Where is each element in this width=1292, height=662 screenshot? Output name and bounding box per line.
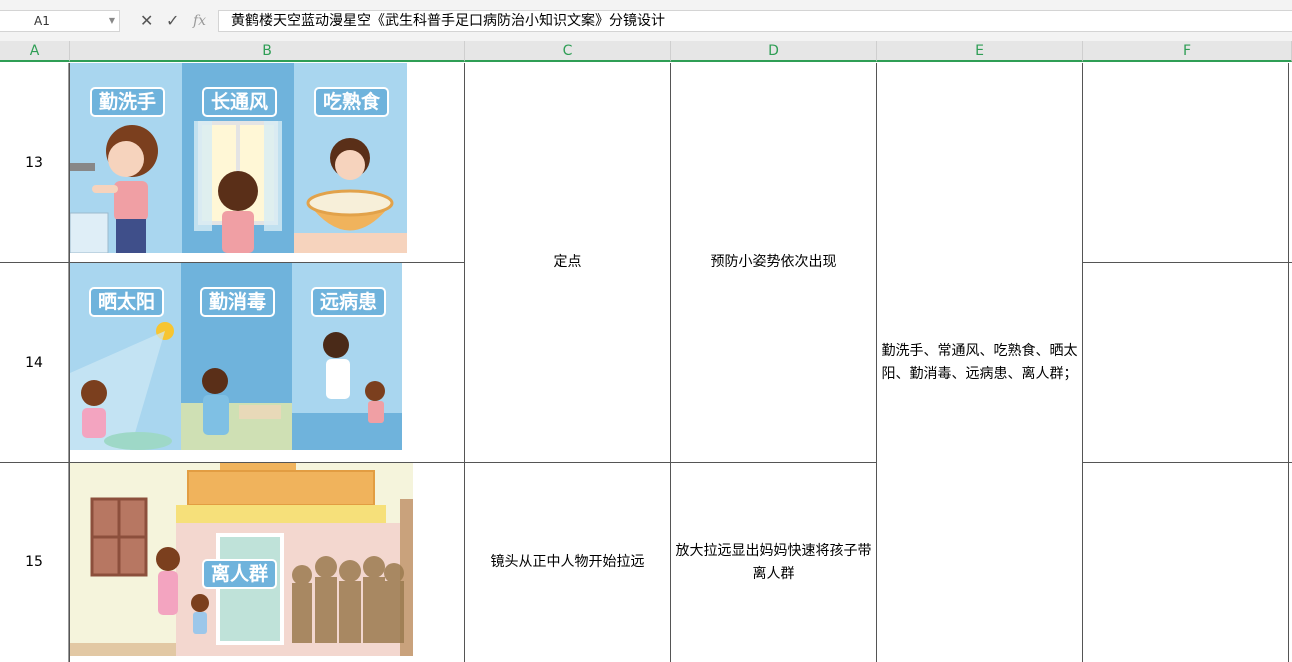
cell-c13[interactable]: 定点 [465,63,670,462]
image-tag-cooked-food: 吃熟食 [314,87,390,117]
storyboard-image-14[interactable]: 晒太阳 勤消毒 远病患 [70,263,402,450]
close-icon[interactable]: ✕ [140,10,153,32]
cell-e13-text: 勤洗手、常通风、吃熟食、晒太阳、勤消毒、远病患、离人群； [881,342,1078,382]
column-header-e[interactable]: E [877,41,1083,62]
cell-e13[interactable]: 勤洗手、常通风、吃熟食、晒太阳、勤消毒、远病患、离人群； [877,63,1082,662]
formula-bar: A1 ▼ ✕ ✓ fx 黄鹤楼天空蓝动漫星空《武生科普手足口病防治小知识文案》分… [0,0,1292,41]
function-icon[interactable]: fx [193,10,206,32]
column-header-f[interactable]: F [1083,41,1292,62]
cell-c13-text: 定点 [553,254,582,270]
chevron-down-icon[interactable]: ▼ [109,11,115,31]
storyboard-image-13[interactable]: 勤洗手 长通风 吃熟食 [70,63,407,253]
cell-f13[interactable] [1083,63,1288,262]
image-tag-leave-crowd: 离人群 [202,559,278,589]
column-header-b[interactable]: B [70,41,465,62]
image-tag-wash-hands: 勤洗手 [90,87,166,117]
name-box-value: A1 [34,14,50,28]
cell-d13-text: 预防小姿势依次出现 [710,254,837,270]
image-tag-avoid-patients: 远病患 [311,287,387,317]
cell-c15-text: 镜头从正中人物开始拉远 [490,554,645,570]
name-box[interactable]: A1 ▼ [0,10,120,32]
cell-d13[interactable]: 预防小姿势依次出现 [671,63,876,462]
column-header-a[interactable]: A [0,41,70,62]
image-tag-ventilate: 长通风 [202,87,278,117]
cell-f14[interactable] [1083,263,1288,462]
image-tag-disinfect: 勤消毒 [200,287,276,317]
row-header-13[interactable]: 13 [0,63,69,263]
row-header-15[interactable]: 15 [0,463,69,662]
formula-input[interactable]: 黄鹤楼天空蓝动漫星空《武生科普手足口病防治小知识文案》分镜设计 [218,10,1292,32]
storyboard-image-15[interactable]: 离人群 [70,463,413,656]
row-header-14[interactable]: 14 [0,263,69,463]
column-header-d[interactable]: D [671,41,877,62]
column-header-c[interactable]: C [465,41,671,62]
cell-c15[interactable]: 镜头从正中人物开始拉远 [465,463,670,662]
gridline [1288,63,1289,662]
cell-d15-text: 放大拉远显出妈妈快速将孩子带离人群 [675,542,872,582]
image-tag-sunbathe: 晒太阳 [89,287,165,317]
check-icon[interactable]: ✓ [166,10,179,32]
cell-f15[interactable] [1083,463,1288,662]
cell-d15[interactable]: 放大拉远显出妈妈快速将孩子带离人群 [671,463,876,662]
